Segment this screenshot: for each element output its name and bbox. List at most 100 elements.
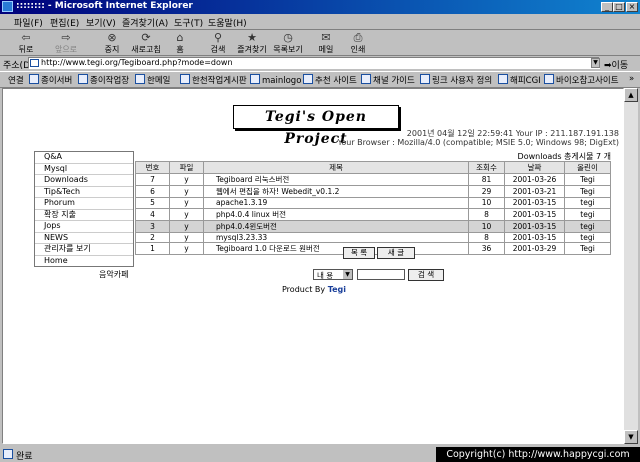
column-header: 제목	[203, 161, 469, 174]
nav-item[interactable]: Jops	[35, 221, 133, 233]
search-submit-button[interactable]: 검 색	[408, 269, 444, 281]
scroll-down-icon[interactable]: ▼	[624, 430, 638, 444]
cell-title[interactable]: Tegiboard 리눅스버전	[203, 173, 469, 186]
cell-title[interactable]: apache1.3.19	[203, 197, 469, 209]
cell-author: Tegi	[564, 173, 611, 186]
nav-item[interactable]: Mysql	[35, 164, 133, 175]
nav-item[interactable]: Tip&Tech	[35, 187, 133, 198]
cell-date: 2001-03-15	[504, 197, 565, 209]
go-button[interactable]: ➡이동	[604, 58, 628, 71]
close-button[interactable]: ×	[626, 2, 638, 12]
cell-num: 6	[135, 185, 170, 198]
home-button[interactable]: ⌂ 홈	[160, 32, 200, 55]
table-row[interactable]: 6 y 웹에서 편집을 하자! Webedit_v0.1.2 29 2001-03-21…	[135, 185, 611, 198]
link-item[interactable]: 채널 가이드	[361, 74, 415, 86]
link-page-icon	[250, 74, 260, 84]
list-button[interactable]: 목 록	[343, 247, 375, 259]
nav-item[interactable]: Downloads	[35, 175, 133, 187]
status-text: 완료	[16, 452, 33, 462]
favorites-icon: ★	[247, 31, 257, 44]
vertical-scrollbar[interactable]: ▲ ▼	[624, 88, 638, 444]
link-item[interactable]: 링크 사용자 정의	[420, 74, 492, 86]
nav-item[interactable]: Q&A	[35, 152, 133, 164]
cell-file: y	[169, 173, 204, 186]
copyright-banner: Copyright(c) http://www.happycgi.com	[436, 447, 640, 462]
music-cafe-link[interactable]: 음악카페	[99, 269, 128, 280]
link-item[interactable]: 바이오참고사이트	[544, 74, 619, 86]
back-arrow-icon: ⇦	[21, 31, 31, 44]
maximize-button[interactable]: □	[613, 2, 625, 12]
address-dropdown-button[interactable]: ▼	[591, 58, 600, 68]
cell-date: 2001-03-29	[504, 242, 565, 255]
link-item[interactable]: 한천작업게시판	[180, 74, 247, 86]
scroll-up-icon[interactable]: ▲	[624, 88, 638, 102]
print-icon: ⎙	[353, 31, 363, 44]
cell-date: 2001-03-15	[504, 231, 565, 243]
cell-num: 4	[135, 207, 170, 221]
link-item[interactable]: 종이작업장	[78, 74, 129, 86]
cell-title[interactable]: php4.0.4윈도버전	[203, 219, 469, 233]
address-bar: 주소(D) http://www.tegi.org/Tegiboard.php?…	[0, 56, 640, 71]
link-item[interactable]: 해피CGI	[498, 74, 541, 86]
link-item[interactable]: mainlogo	[250, 74, 301, 86]
nav-item[interactable]: Phorum	[35, 198, 133, 210]
cell-file: y	[169, 197, 204, 209]
link-page-icon	[135, 74, 145, 84]
table-row[interactable]: 4 y php4.0.4 linux 버전 8 2001-03-15 tegi	[135, 207, 611, 221]
link-item[interactable]: 추천 사이트	[303, 74, 357, 86]
nav-item[interactable]: 관리자를 보기	[35, 244, 133, 256]
menu-edit[interactable]: 편집(E)	[50, 16, 79, 29]
menu-bar: 파일(F) 편집(E) 보기(V) 즐겨찾기(A) 도구(T) 도움말(H)	[0, 14, 640, 30]
cell-date: 2001-03-21	[504, 185, 565, 198]
search-input[interactable]	[357, 269, 405, 280]
table-row[interactable]: 7 y Tegiboard 리눅스버전 81 2001-03-26 Tegi	[135, 173, 611, 186]
link-page-icon	[361, 74, 371, 84]
nav-item[interactable]: NEWS	[35, 233, 133, 244]
cell-date: 2001-03-15	[504, 207, 565, 221]
product-author-link[interactable]: Tegi	[328, 285, 346, 294]
menu-file[interactable]: 파일(F)	[14, 16, 43, 29]
link-page-icon	[78, 74, 88, 84]
nav-item[interactable]: Home	[35, 256, 133, 267]
forward-button[interactable]: ⇨ 앞으로	[46, 32, 86, 55]
favorites-button[interactable]: ★ 즐겨찾기	[232, 32, 272, 55]
cell-title[interactable]: php4.0.4 linux 버전	[203, 207, 469, 221]
cell-views: 81	[468, 173, 505, 186]
toolbar: ⇦ 뒤로 ⇨ 앞으로 ⊗ 중지 ⟳ 새로고침 ⌂ 홈 ⚲ 검색 ★ 즐겨찾기 ◷ 목록보기 ✉ 메…	[0, 30, 640, 56]
back-button[interactable]: ⇦ 뒤로	[6, 32, 46, 55]
cell-title[interactable]: Tegiboard 1.0 다운로드 원버전	[203, 242, 469, 255]
links-more-icon[interactable]: »	[629, 74, 634, 84]
cell-title[interactable]: 웹에서 편집을 하자! Webedit_v0.1.2	[203, 185, 469, 198]
table-row[interactable]: 3 y php4.0.4윈도버전 10 2001-03-15 tegi	[135, 219, 611, 233]
menu-tools[interactable]: 도구(T)	[174, 16, 203, 29]
search-field-select[interactable]: 내 용 ▼	[313, 269, 353, 280]
menu-view[interactable]: 보기(V)	[86, 16, 116, 29]
table-header-row: 번호 파일 제목 조회수 날짜 올린이	[135, 161, 611, 174]
menu-help[interactable]: 도움말(H)	[208, 16, 247, 29]
column-header: 올린이	[564, 161, 611, 174]
table-row[interactable]: 2 y mysql3.23.33 8 2001-03-15 tegi	[135, 231, 611, 243]
link-item[interactable]: 종이서버	[29, 74, 72, 86]
status-bar: 완료 Copyright(c) http://www.happycgi.com	[0, 446, 640, 462]
address-input[interactable]: http://www.tegi.org/Tegiboard.php?mode=d…	[28, 57, 600, 69]
column-header: 조회수	[468, 161, 505, 174]
links-label: 연결	[8, 76, 24, 86]
table-body: 7 y Tegiboard 리눅스버전 81 2001-03-26 Tegi 6 y 웹에서 편…	[135, 173, 611, 255]
column-header: 번호	[135, 161, 170, 174]
cell-author: Tegi	[564, 185, 611, 198]
menu-favorites[interactable]: 즐겨찾기(A)	[122, 16, 168, 29]
cell-author: tegi	[564, 197, 611, 209]
cell-views: 29	[468, 185, 505, 198]
nav-item[interactable]: 확장 지출	[35, 210, 133, 221]
minimize-button[interactable]: _	[601, 2, 613, 12]
cell-date: 2001-03-26	[504, 173, 565, 186]
cell-title[interactable]: mysql3.23.33	[203, 231, 469, 243]
link-page-icon	[420, 74, 430, 84]
cell-file: y	[169, 231, 204, 243]
history-button[interactable]: ◷ 목록보기	[268, 32, 308, 55]
write-button[interactable]: 새 글	[377, 247, 415, 259]
print-button[interactable]: ⎙ 인쇄	[338, 32, 378, 55]
link-item[interactable]: 한메일	[135, 74, 170, 86]
site-title: Tegi's Open Project	[233, 105, 399, 147]
table-row[interactable]: 5 y apache1.3.19 10 2001-03-15 tegi	[135, 197, 611, 209]
